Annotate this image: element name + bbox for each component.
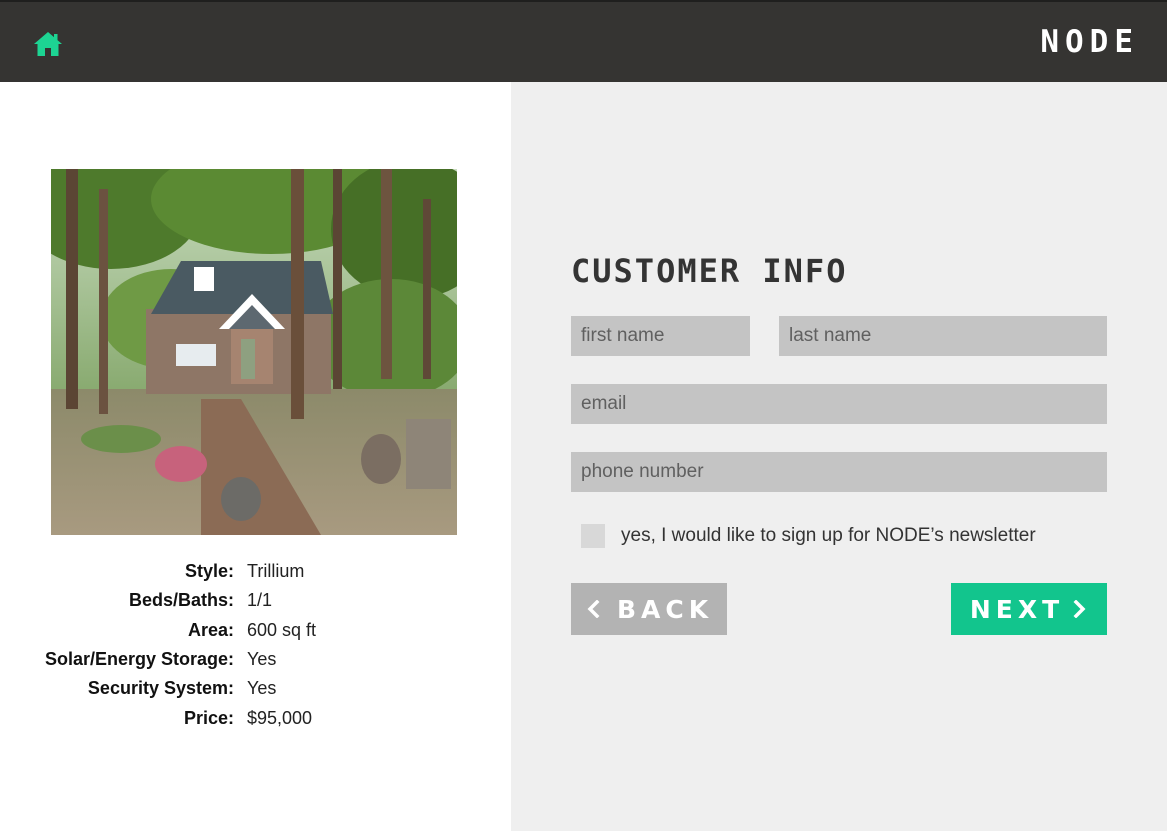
spec-value: 600 sq ft [247,619,317,640]
chevron-left-icon [587,600,600,618]
newsletter-checkbox[interactable] [581,524,605,548]
top-bar: NODE [0,0,1167,82]
listing-specs: Style: Trillium Beds/Baths: 1/1 Area: 60… [0,557,511,733]
spec-row: Solar/Energy Storage: Yes [0,645,511,674]
spec-label: Style: [184,561,234,582]
next-button[interactable]: NEXT [951,583,1107,635]
last-name-input[interactable] [779,316,1107,356]
spec-row: Style: Trillium [0,557,511,586]
spec-row: Beds/Baths: 1/1 [0,586,511,615]
spec-row: Security System: Yes [0,674,511,703]
spec-row: Price: $95,000 [0,703,511,732]
back-button[interactable]: BACK [571,583,727,635]
customer-form-panel: CUSTOMER INFO yes, I would like to sign … [511,82,1167,831]
house-photo [51,169,457,535]
listing-panel: Style: Trillium Beds/Baths: 1/1 Area: 60… [0,82,511,831]
spec-value: Yes [247,649,277,670]
form-title: CUSTOMER INFO [571,252,848,290]
brand-logo: NODE [1040,24,1139,60]
spec-row: Area: 600 sq ft [0,616,511,645]
spec-label: Beds/Baths: [128,590,234,611]
spec-label: Solar/Energy Storage: [44,649,234,670]
next-button-label: NEXT [969,594,1065,624]
spec-value: Yes [247,678,277,699]
spec-label: Price: [183,707,234,728]
newsletter-label: yes, I would like to sign up for NODE’s … [621,525,1036,546]
home-icon[interactable] [32,28,64,60]
email-input[interactable] [571,384,1107,424]
first-name-input[interactable] [571,316,750,356]
spec-label: Security System: [87,678,234,699]
phone-input[interactable] [571,452,1107,492]
chevron-right-icon [1073,600,1086,618]
spec-value: Trillium [247,561,305,582]
newsletter-option: yes, I would like to sign up for NODE’s … [581,524,1036,548]
spec-label: Area: [187,619,234,640]
back-button-label: BACK [616,594,714,624]
spec-value: 1/1 [247,590,273,611]
spec-value: $95,000 [247,707,313,728]
